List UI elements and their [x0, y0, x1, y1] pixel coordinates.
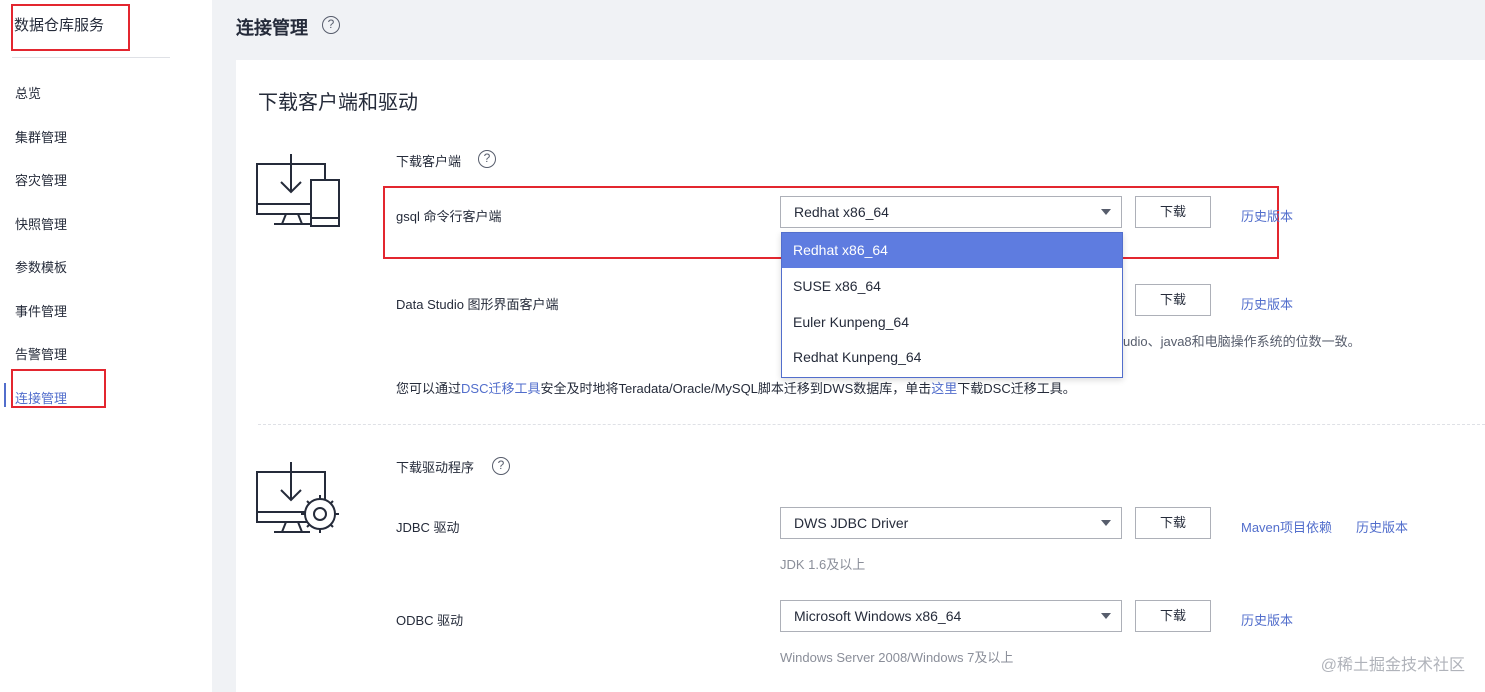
jdbc-driver-select[interactable]: DWS JDBC Driver — [780, 507, 1122, 539]
chevron-down-icon — [1101, 613, 1111, 619]
sidebar-item-events[interactable]: 事件管理 — [15, 301, 67, 320]
dsc-download-here-link[interactable]: 这里 — [931, 381, 957, 396]
dsc-info-middle: 安全及时地将Teradata/Oracle/MySQL脚本迁移到DWS数据库，单… — [540, 381, 932, 396]
sidebar: 数据仓库服务 总览 集群管理 容灾管理 快照管理 参数模板 事件管理 告警管理 … — [0, 0, 212, 692]
gsql-download-button[interactable]: 下载 — [1135, 196, 1211, 228]
odbc-label: ODBC 驱动 — [396, 613, 464, 628]
jdbc-download-button[interactable]: 下载 — [1135, 507, 1211, 539]
dsc-tool-link[interactable]: DSC迁移工具 — [461, 381, 540, 396]
jdbc-hint: JDK 1.6及以上 — [780, 557, 866, 572]
dropdown-option[interactable]: Redhat Kunpeng_64 — [782, 340, 1122, 375]
odbc-history-link[interactable]: 历史版本 — [1241, 610, 1293, 629]
gsql-history-link[interactable]: 历史版本 — [1241, 206, 1293, 225]
chevron-down-icon — [1101, 520, 1111, 526]
sidebar-item-disaster-recovery[interactable]: 容灾管理 — [15, 170, 67, 189]
jdbc-driver-select-value: DWS JDBC Driver — [794, 515, 909, 531]
highlight-box-connections — [11, 369, 106, 408]
highlight-box-service-title — [11, 4, 130, 51]
sidebar-item-alarms[interactable]: 告警管理 — [15, 344, 67, 363]
odbc-os-select[interactable]: Microsoft Windows x86_64 — [780, 600, 1122, 632]
gsql-os-select-value: Redhat x86_64 — [794, 204, 889, 220]
page-help-icon[interactable]: ? — [322, 16, 340, 34]
sidebar-item-param-templates[interactable]: 参数模板 — [15, 257, 67, 276]
dsc-info-prefix: 您可以通过 — [396, 381, 462, 396]
dropdown-option[interactable]: SUSE x86_64 — [782, 269, 1122, 304]
data-studio-download-button[interactable]: 下载 — [1135, 284, 1211, 316]
chevron-down-icon — [1101, 209, 1111, 215]
dsc-info-suffix: 下载DSC迁移工具。 — [957, 381, 1076, 396]
odbc-download-button[interactable]: 下载 — [1135, 600, 1211, 632]
active-indicator — [4, 383, 6, 407]
sidebar-item-snapshots[interactable]: 快照管理 — [15, 214, 67, 233]
gsql-os-select[interactable]: Redhat x86_64 — [780, 196, 1122, 228]
odbc-hint: Windows Server 2008/Windows 7及以上 — [780, 650, 1014, 665]
driver-help-icon[interactable]: ? — [492, 457, 510, 475]
client-section-title: 下载客户端 — [396, 154, 462, 169]
jdbc-history-link[interactable]: 历史版本 — [1356, 517, 1408, 536]
sidebar-item-overview[interactable]: 总览 — [15, 83, 41, 102]
card-title: 下载客户端和驱动 — [258, 92, 418, 114]
section-divider — [258, 424, 1485, 425]
watermark: @稀土掘金技术社区 — [1320, 657, 1465, 674]
sidebar-item-clusters[interactable]: 集群管理 — [15, 127, 67, 146]
sidebar-divider — [12, 57, 170, 58]
dropdown-option[interactable]: Redhat x86_64 — [782, 233, 1122, 268]
monitor-download-icon — [254, 150, 344, 230]
client-help-icon[interactable]: ? — [478, 150, 496, 168]
dsc-info-line: 您可以通过DSC迁移工具安全及时地将Teradata/Oracle/MySQL脚… — [396, 378, 1076, 397]
dropdown-option[interactable]: Euler Kunpeng_64 — [782, 305, 1122, 340]
data-studio-label: Data Studio 图形界面客户端 — [396, 297, 559, 312]
gsql-client-label: gsql 命令行客户端 — [396, 209, 502, 224]
data-studio-history-link[interactable]: 历史版本 — [1241, 294, 1293, 313]
odbc-os-select-value: Microsoft Windows x86_64 — [794, 608, 962, 624]
driver-section-title: 下载驱动程序 — [396, 460, 475, 475]
jdbc-label: JDBC 驱动 — [396, 520, 460, 535]
page-title: 连接管理 — [236, 18, 308, 38]
monitor-gear-download-icon — [254, 458, 344, 538]
gsql-os-dropdown: Redhat x86_64 SUSE x86_64 Euler Kunpeng_… — [781, 232, 1123, 378]
jdbc-maven-link[interactable]: Maven项目依赖 — [1241, 517, 1332, 536]
data-studio-hint: udio、java8和电脑操作系统的位数一致。 — [1123, 334, 1361, 349]
